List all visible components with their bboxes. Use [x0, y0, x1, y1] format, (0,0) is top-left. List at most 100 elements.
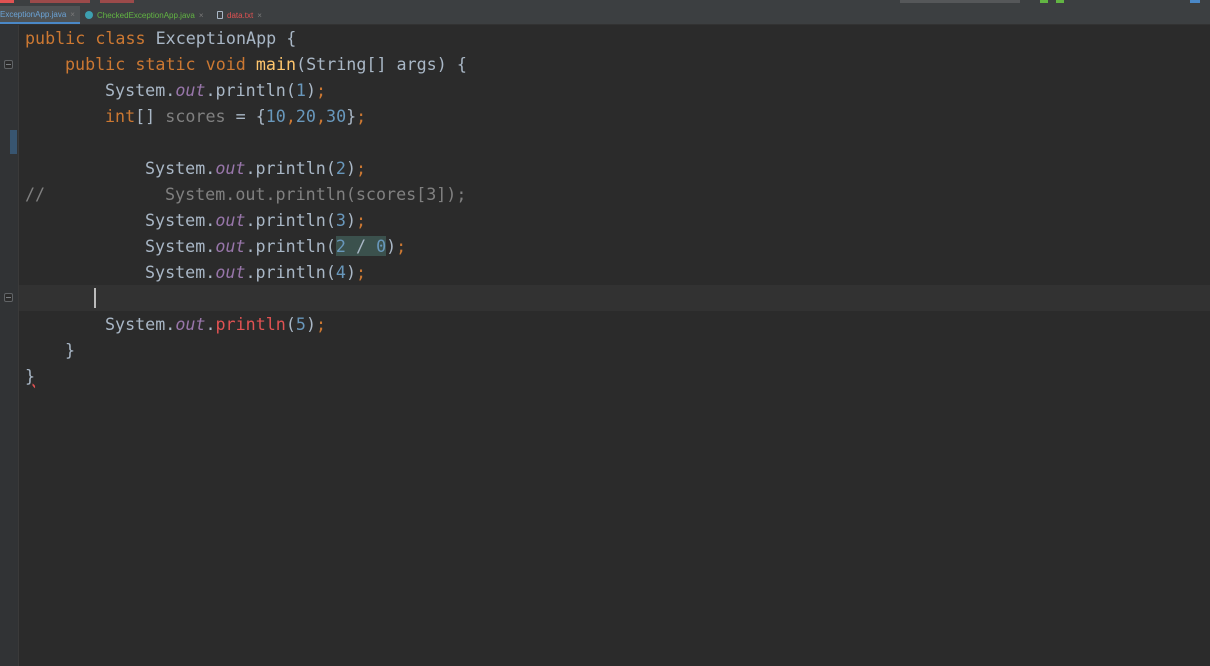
tab-label: data.txt	[227, 10, 254, 20]
code-token: }	[346, 106, 357, 126]
comma: ,	[285, 106, 296, 126]
toolbar-error-indicator-2	[100, 0, 134, 3]
keyword: public static void	[65, 54, 256, 74]
toolbar-error-indicator	[30, 0, 90, 3]
java-class-icon	[85, 11, 93, 19]
code-line-6: //	[25, 181, 45, 207]
vcs-change-marker[interactable]	[10, 130, 17, 154]
number-literal: 4	[335, 262, 346, 282]
comma: ,	[315, 106, 327, 126]
code-line-2: public static void main(String[] args) {	[65, 51, 467, 77]
code-token: )	[345, 158, 356, 178]
code-line-9: System.out.println(4);	[145, 259, 366, 285]
code-line-3: System.out.println(1);	[105, 77, 326, 103]
static-field: out	[215, 236, 246, 256]
semicolon: ;	[315, 80, 327, 100]
code-token: System.	[145, 158, 216, 178]
code-token: System.	[145, 210, 216, 230]
unreachable-call[interactable]: println	[216, 314, 286, 334]
comment-text: System.out.println(scores[3]);	[165, 184, 467, 204]
text-file-icon	[217, 11, 223, 19]
fold-block-icon[interactable]	[4, 293, 13, 302]
code-token: )	[345, 210, 356, 230]
code-token: System.	[145, 236, 216, 256]
editor-tab-bar: ExceptionApp.java × CheckedExceptionApp.…	[0, 6, 1210, 25]
code-line-5: System.out.println(2);	[145, 155, 366, 181]
number-literal: 20	[295, 106, 316, 126]
code-token: = {	[225, 106, 266, 126]
tab-exception-app[interactable]: ExceptionApp.java ×	[0, 6, 80, 24]
code-token: )	[386, 236, 397, 256]
tab-label: ExceptionApp.java	[0, 9, 67, 19]
text-caret	[94, 288, 96, 308]
method-params: (String[] args) {	[296, 54, 467, 74]
static-field: out	[175, 80, 206, 100]
semicolon: ;	[396, 236, 407, 256]
code-line-1: public class ExceptionApp {	[25, 25, 296, 51]
class-name: ExceptionApp	[155, 28, 277, 48]
open-brace: {	[276, 28, 297, 48]
tab-checked-exception-app[interactable]: CheckedExceptionApp.java ×	[85, 6, 213, 24]
semicolon: ;	[355, 210, 367, 230]
code-token: .println(	[205, 80, 296, 100]
unused-variable: scores	[165, 106, 226, 126]
toolbar-settings-button[interactable]	[1190, 0, 1200, 3]
semicolon: ;	[315, 314, 327, 334]
method-name: main	[255, 54, 297, 74]
fold-method-icon[interactable]	[4, 60, 13, 69]
semicolon: ;	[356, 106, 367, 126]
keyword: public class	[25, 28, 156, 48]
close-brace: }	[65, 340, 76, 360]
number-literal: 2	[335, 236, 346, 256]
static-field: out	[215, 158, 246, 178]
code-line-7: System.out.println(3);	[145, 207, 366, 233]
code-line-6-comment-text: System.out.println(scores[3]);	[165, 181, 466, 207]
toolbar-run-button[interactable]	[1040, 0, 1048, 3]
code-line-12: }	[65, 337, 75, 363]
code-token: System.	[145, 262, 216, 282]
division-by-zero-warning[interactable]: 2 / 0	[335, 236, 387, 256]
code-token: .	[205, 314, 216, 334]
number-literal: 10	[265, 106, 286, 126]
code-editor[interactable]: public class ExceptionApp { public stati…	[19, 25, 1210, 666]
code-token: )	[305, 80, 316, 100]
close-icon[interactable]: ×	[70, 10, 75, 19]
toolbar-run-config[interactable]	[900, 0, 1020, 3]
current-line-highlight	[19, 285, 1210, 311]
code-line-13: }	[25, 363, 35, 389]
number-literal: 30	[326, 106, 347, 126]
static-field: out	[215, 262, 246, 282]
code-token: .println(	[245, 210, 336, 230]
close-icon[interactable]: ×	[199, 11, 204, 20]
comment-marker: //	[25, 184, 46, 204]
number-literal: 1	[295, 80, 306, 100]
keyword: int	[105, 106, 136, 126]
toolbar-run-indicator	[0, 0, 14, 3]
operator: /	[345, 236, 377, 256]
tab-data-txt[interactable]: data.txt ×	[217, 6, 272, 24]
code-token: .println(	[245, 158, 336, 178]
code-token: System.	[105, 314, 176, 334]
code-token: System.	[105, 80, 176, 100]
editor-gutter	[0, 25, 19, 666]
code-line-8: System.out.println(2 / 0);	[145, 233, 406, 259]
semicolon: ;	[355, 262, 367, 282]
code-token: )	[305, 314, 316, 334]
code-line-4: int[] scores = {10,20,30};	[105, 103, 366, 129]
code-line-11: System.out.println(5);	[105, 311, 326, 337]
number-literal: 3	[335, 210, 346, 230]
code-token: (	[285, 314, 296, 334]
static-field: out	[175, 314, 206, 334]
close-icon[interactable]: ×	[257, 11, 262, 20]
semicolon: ;	[355, 158, 367, 178]
code-token: .println(	[245, 236, 336, 256]
close-brace-error[interactable]: }	[25, 366, 35, 386]
static-field: out	[215, 210, 246, 230]
code-token: .println(	[245, 262, 336, 282]
tab-label: CheckedExceptionApp.java	[97, 10, 195, 20]
number-literal: 5	[295, 314, 306, 334]
toolbar-debug-button[interactable]	[1056, 0, 1064, 3]
number-literal: 0	[376, 236, 387, 256]
ide-window: ExceptionApp.java × CheckedExceptionApp.…	[0, 0, 1210, 666]
code-token: )	[345, 262, 356, 282]
